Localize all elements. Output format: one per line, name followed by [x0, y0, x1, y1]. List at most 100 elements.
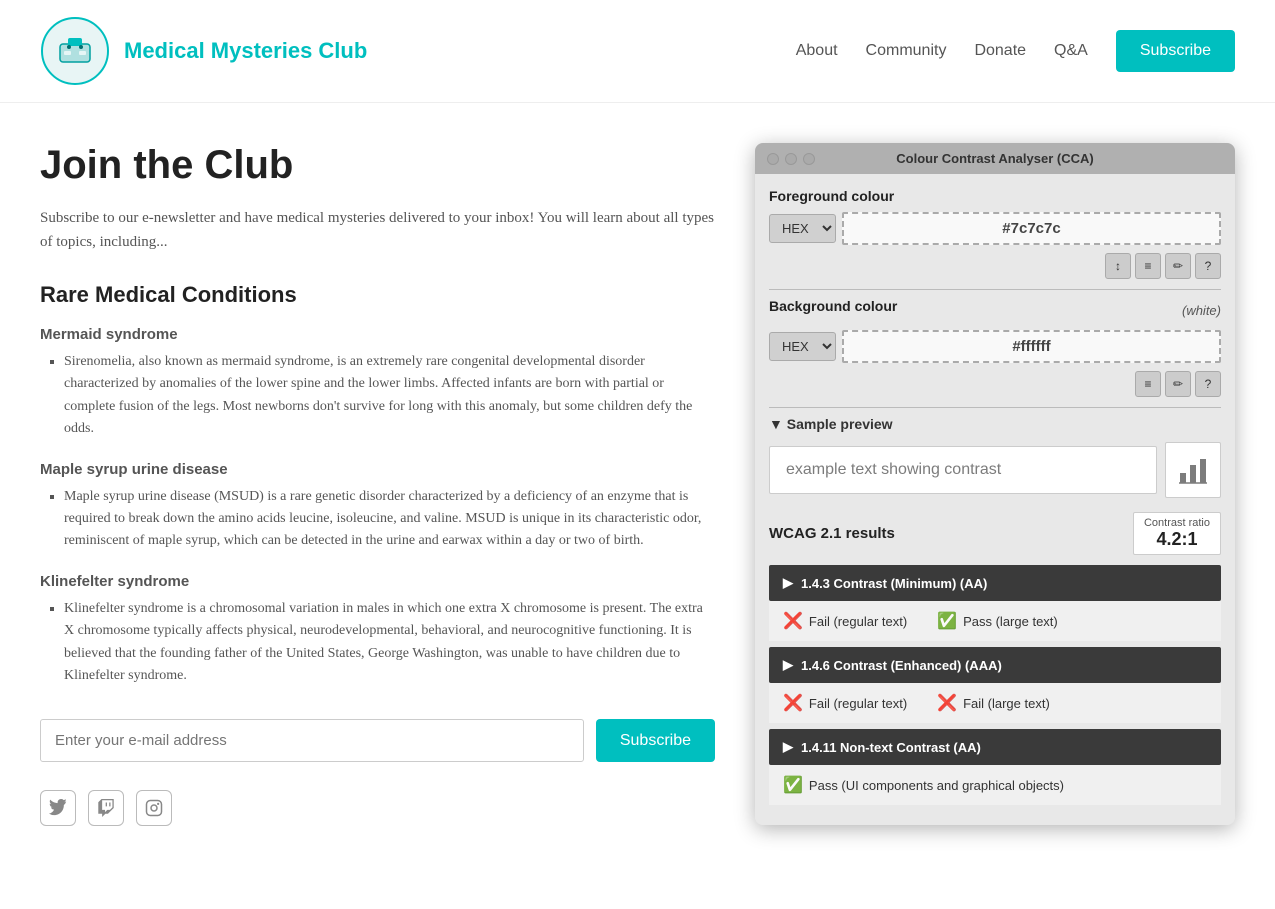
foreground-tool-help[interactable]: ? [1195, 253, 1221, 279]
bg-tool-help[interactable]: ? [1195, 371, 1221, 397]
wcag-rule-143-body: ❌ Fail (regular text) ✅ Pass (large text… [769, 601, 1221, 641]
condition-list-1: Maple syrup urine disease (MSUD) is a ra… [40, 486, 715, 553]
result-1411-ui-label: Pass (UI components and graphical object… [809, 778, 1064, 793]
main-content: Join the Club Subscribe to our e-newslet… [0, 103, 1275, 866]
twitter-icon[interactable] [40, 790, 76, 826]
subscribe-button[interactable]: Subscribe [596, 719, 715, 762]
list-item: Maple syrup urine disease (MSUD) is a ra… [64, 486, 715, 553]
foreground-tool-sliders[interactable]: ≡ [1135, 253, 1161, 279]
sample-preview-area: example text showing contrast [769, 442, 1221, 498]
left-column: Join the Club Subscribe to our e-newslet… [40, 143, 715, 826]
contrast-ratio-value: 4.2:1 [1144, 529, 1210, 550]
foreground-format-select[interactable]: HEX RGB HSL [769, 214, 836, 243]
arrow-icon: ▶ [783, 739, 793, 755]
wcag-rule-1411: ▶ 1.4.11 Non-text Contrast (AA) ✅ Pass (… [769, 729, 1221, 805]
wcag-rule-1411-label: 1.4.11 Non-text Contrast (AA) [801, 740, 981, 755]
result-1411-ui: ✅ Pass (UI components and graphical obje… [783, 775, 1064, 795]
wcag-header-row: WCAG 2.1 results Contrast ratio 4.2:1 [769, 512, 1221, 555]
nav-qa[interactable]: Q&A [1054, 42, 1088, 60]
result-143-large: ✅ Pass (large text) [937, 611, 1058, 631]
pass-icon: ✅ [937, 611, 957, 631]
nav-community[interactable]: Community [866, 42, 947, 60]
header-subscribe-button[interactable]: Subscribe [1116, 30, 1235, 72]
traffic-light-maximize[interactable] [803, 153, 815, 165]
traffic-light-minimize[interactable] [785, 153, 797, 165]
divider [769, 289, 1221, 290]
foreground-tool-eyedropper[interactable]: ✏ [1165, 253, 1191, 279]
pass-icon: ✅ [783, 775, 803, 795]
bg-tools-row: ≡ ✏ ? [769, 371, 1221, 397]
condition-mermaid: Mermaid syndrome Sirenomelia, also known… [40, 326, 715, 441]
fail-icon: ❌ [783, 693, 803, 713]
foreground-tools-row: ↕ ≡ ✏ ? [769, 253, 1221, 279]
sample-preview-heading: ▼ Sample preview [769, 416, 1221, 432]
header: Medical Mysteries Club About Community D… [0, 0, 1275, 103]
list-item: Klinefelter syndrome is a chromosomal va… [64, 598, 715, 688]
nav-about[interactable]: About [796, 42, 838, 60]
section-heading: Rare Medical Conditions [40, 282, 715, 308]
condition-title-1: Maple syrup urine disease [40, 461, 715, 478]
wcag-rule-143-label: 1.4.3 Contrast (Minimum) (AA) [801, 576, 987, 591]
condition-title-0: Mermaid syndrome [40, 326, 715, 343]
bg-tool-sliders[interactable]: ≡ [1135, 371, 1161, 397]
contrast-ratio-label: Contrast ratio [1144, 517, 1210, 529]
result-143-regular: ❌ Fail (regular text) [783, 611, 907, 631]
result-143-regular-label: Fail (regular text) [809, 614, 907, 629]
arrow-icon: ▶ [783, 657, 793, 673]
foreground-tool-swap[interactable]: ↕ [1105, 253, 1131, 279]
condition-title-2: Klinefelter syndrome [40, 573, 715, 590]
fail-icon: ❌ [783, 611, 803, 631]
intro-text: Subscribe to our e-newsletter and have m… [40, 206, 715, 254]
bg-input-row: HEX RGB HSL [769, 330, 1221, 363]
condition-list-2: Klinefelter syndrome is a chromosomal va… [40, 598, 715, 688]
nav-donate[interactable]: Donate [974, 42, 1026, 60]
bg-label: Background colour [769, 298, 897, 314]
traffic-light-close[interactable] [767, 153, 779, 165]
bg-tool-eyedropper[interactable]: ✏ [1165, 371, 1191, 397]
fail-icon: ❌ [937, 693, 957, 713]
result-146-regular: ❌ Fail (regular text) [783, 693, 907, 713]
foreground-label: Foreground colour [769, 188, 1221, 204]
cca-body: Foreground colour HEX RGB HSL ↕ ≡ ✏ ? [755, 174, 1235, 825]
bg-label-row: Background colour (white) [769, 298, 1221, 322]
email-field[interactable] [40, 719, 584, 762]
result-146-regular-label: Fail (regular text) [809, 696, 907, 711]
condition-klinefelter: Klinefelter syndrome Klinefelter syndrom… [40, 573, 715, 688]
result-146-large: ❌ Fail (large text) [937, 693, 1050, 713]
wcag-rule-146-header[interactable]: ▶ 1.4.6 Contrast (Enhanced) (AAA) [769, 647, 1221, 683]
twitch-icon[interactable] [88, 790, 124, 826]
cca-title: Colour Contrast Analyser (CCA) [896, 151, 1093, 166]
bg-hex-input[interactable] [842, 330, 1221, 363]
wcag-rule-1411-body: ✅ Pass (UI components and graphical obje… [769, 765, 1221, 805]
condition-list-0: Sirenomelia, also known as mermaid syndr… [40, 351, 715, 441]
wcag-rule-143: ▶ 1.4.3 Contrast (Minimum) (AA) ❌ Fail (… [769, 565, 1221, 641]
result-146-large-label: Fail (large text) [963, 696, 1050, 711]
wcag-rule-143-header[interactable]: ▶ 1.4.3 Contrast (Minimum) (AA) [769, 565, 1221, 601]
wcag-rule-146: ▶ 1.4.6 Contrast (Enhanced) (AAA) ❌ Fail… [769, 647, 1221, 723]
bg-white-label: (white) [1182, 303, 1221, 318]
wcag-rule-1411-header[interactable]: ▶ 1.4.11 Non-text Contrast (AA) [769, 729, 1221, 765]
instagram-icon[interactable] [136, 790, 172, 826]
logo [40, 16, 110, 86]
result-143-large-label: Pass (large text) [963, 614, 1058, 629]
foreground-hex-input[interactable] [842, 212, 1221, 245]
subscribe-row: Subscribe [40, 719, 715, 762]
page-title: Join the Club [40, 143, 715, 188]
arrow-icon: ▶ [783, 575, 793, 591]
list-item: Sirenomelia, also known as mermaid syndr… [64, 351, 715, 441]
right-column: Colour Contrast Analyser (CCA) Foregroun… [755, 143, 1235, 826]
cca-titlebar: Colour Contrast Analyser (CCA) [755, 143, 1235, 174]
foreground-input-row: HEX RGB HSL [769, 212, 1221, 245]
sample-preview-text: example text showing contrast [769, 446, 1157, 494]
bg-format-select[interactable]: HEX RGB HSL [769, 332, 836, 361]
wcag-title: WCAG 2.1 results [769, 525, 895, 542]
condition-maple: Maple syrup urine disease Maple syrup ur… [40, 461, 715, 553]
wcag-rule-146-body: ❌ Fail (regular text) ❌ Fail (large text… [769, 683, 1221, 723]
wcag-rule-146-label: 1.4.6 Contrast (Enhanced) (AAA) [801, 658, 1002, 673]
sample-preview-chart [1165, 442, 1221, 498]
main-nav: About Community Donate Q&A Subscribe [796, 30, 1235, 72]
traffic-lights [767, 153, 815, 165]
site-title: Medical Mysteries Club [124, 38, 367, 64]
divider-2 [769, 407, 1221, 408]
contrast-ratio-box: Contrast ratio 4.2:1 [1133, 512, 1221, 555]
